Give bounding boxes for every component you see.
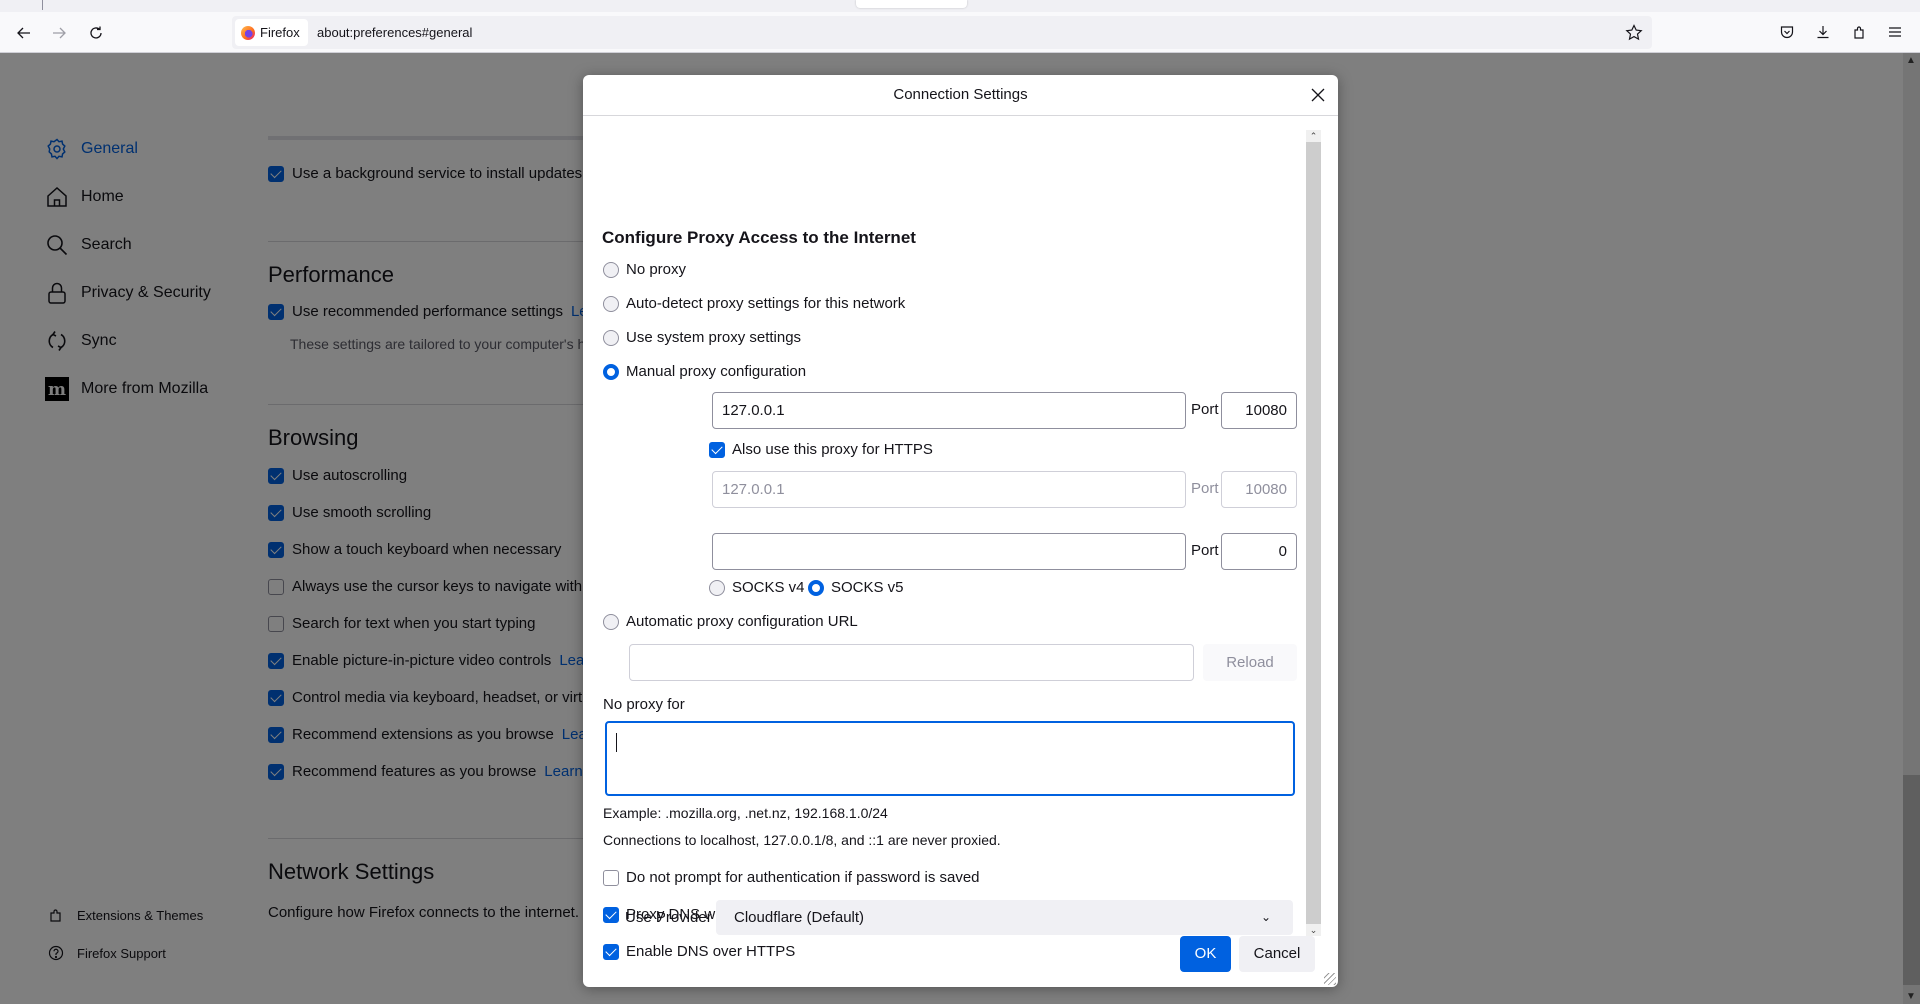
bookmark-star-icon[interactable] — [1624, 23, 1644, 43]
https-proxy-input[interactable]: 127.0.0.1 — [712, 471, 1186, 508]
radio-label: Use system proxy settings — [626, 329, 802, 346]
arrow-right-icon — [53, 27, 66, 39]
no-proxy-example: Example: .mozilla.org, .net.nz, 192.168.… — [603, 805, 888, 821]
scroll-up-icon[interactable]: ▲ — [1906, 55, 1916, 66]
http-port-input[interactable]: 10080 — [1221, 392, 1297, 429]
checkbox[interactable] — [603, 869, 619, 886]
radio-socks-v4[interactable]: SOCKS v4 — [709, 579, 805, 596]
http-port-label: Port — [1191, 401, 1219, 418]
socks-port-input[interactable]: 0 — [1221, 533, 1297, 570]
app-menu-button[interactable] — [1884, 21, 1906, 43]
socks-host-input[interactable] — [712, 533, 1186, 570]
radio[interactable] — [603, 613, 619, 630]
provider-label: Use Provider — [625, 909, 712, 926]
https-port-input[interactable]: 10080 — [1221, 471, 1297, 508]
tab-strip — [0, 0, 1920, 12]
radio[interactable] — [603, 329, 619, 346]
text-caret — [616, 733, 617, 752]
radio-auto-detect[interactable]: Auto-detect proxy settings for this netw… — [603, 295, 905, 312]
https-port-label: Port — [1191, 480, 1219, 497]
connection-settings-dialog: Connection Settings Configure Proxy Acce… — [583, 75, 1338, 987]
provider-select[interactable]: Cloudflare (Default) ⌄ — [716, 900, 1293, 935]
also-https-checkbox-row[interactable]: Also use this proxy for HTTPS — [709, 441, 933, 458]
checkbox[interactable] — [603, 906, 619, 923]
checkbox-label: Do not prompt for authentication if pass… — [626, 869, 980, 886]
auto-proxy-url-input[interactable] — [629, 644, 1194, 681]
page-scroll-thumb[interactable] — [1903, 775, 1920, 985]
dialog-body: Configure Proxy Access to the Internet N… — [583, 116, 1338, 987]
extensions-button[interactable] — [1848, 21, 1870, 43]
radio-manual-proxy[interactable]: Manual proxy configuration — [603, 363, 806, 380]
checkbox[interactable] — [603, 943, 619, 960]
no-auth-prompt-checkbox-row[interactable]: Do not prompt for authentication if pass… — [603, 869, 980, 886]
no-proxy-textarea[interactable] — [605, 721, 1295, 796]
page-scrollbar[interactable]: ▲ ▼ — [1903, 53, 1920, 1004]
puzzle-icon — [1854, 26, 1864, 39]
pocket-button[interactable] — [1776, 21, 1798, 43]
radio-no-proxy[interactable]: No proxy — [603, 261, 686, 278]
identity-box[interactable]: Firefox — [235, 19, 308, 46]
dialog-close-button[interactable] — [1307, 84, 1329, 106]
ok-button[interactable]: OK — [1180, 936, 1231, 972]
tab-separator — [42, 0, 43, 10]
scroll-up-icon[interactable]: ⌃ — [1306, 130, 1321, 142]
radio-label: No proxy — [626, 261, 687, 278]
scroll-down-icon[interactable]: ⌄ — [1306, 924, 1321, 936]
active-tab[interactable] — [856, 0, 967, 8]
firefox-logo-icon — [241, 25, 255, 40]
navigation-toolbar: Firefox about:preferences#general — [0, 12, 1920, 53]
download-icon — [1817, 26, 1829, 39]
localhost-note: Connections to localhost, 127.0.0.1/8, a… — [603, 832, 1001, 848]
forward-button[interactable] — [47, 21, 71, 45]
checkbox-label: Also use this proxy for HTTPS — [732, 441, 933, 458]
radio-selected[interactable] — [603, 363, 619, 380]
dialog-title: Connection Settings — [583, 75, 1338, 116]
radio-selected[interactable] — [808, 579, 824, 596]
downloads-button[interactable] — [1812, 21, 1834, 43]
hamburger-menu-icon — [1889, 27, 1901, 37]
radio-label: Automatic proxy configuration URL — [626, 613, 858, 630]
radio-label: Auto-detect proxy settings for this netw… — [626, 295, 906, 312]
radio[interactable] — [603, 261, 619, 278]
url-bar[interactable]: Firefox about:preferences#general — [232, 16, 1652, 49]
reload-button[interactable]: Reload — [1203, 644, 1297, 681]
reload-icon — [90, 26, 102, 39]
radio[interactable] — [603, 295, 619, 312]
no-proxy-label: No proxy for — [603, 696, 685, 713]
radio-system-proxy[interactable]: Use system proxy settings — [603, 329, 801, 346]
radio[interactable] — [709, 579, 725, 596]
url-text[interactable]: about:preferences#general — [317, 16, 472, 49]
reload-button[interactable] — [84, 21, 108, 45]
scroll-down-icon[interactable]: ▼ — [1906, 991, 1916, 1002]
close-icon — [1311, 88, 1325, 102]
radio-label: Manual proxy configuration — [626, 363, 807, 380]
radio-auto-proxy-url[interactable]: Automatic proxy configuration URL — [603, 613, 858, 630]
http-proxy-input[interactable]: 127.0.0.1 — [712, 392, 1186, 429]
cancel-button[interactable]: Cancel — [1239, 936, 1315, 972]
resize-grip-icon[interactable] — [1324, 973, 1336, 985]
proxy-heading: Configure Proxy Access to the Internet — [602, 228, 916, 247]
provider-selected: Cloudflare (Default) — [734, 909, 865, 926]
radio-socks-v5[interactable]: SOCKS v5 — [808, 579, 904, 596]
checkbox[interactable] — [709, 441, 725, 458]
radio-label: SOCKS v4 — [732, 579, 805, 596]
checkbox-label: Enable DNS over HTTPS — [626, 943, 796, 960]
socks-port-label: Port — [1191, 542, 1219, 559]
radio-label: SOCKS v5 — [831, 579, 904, 596]
pocket-icon — [1780, 26, 1794, 39]
arrow-left-icon — [17, 27, 30, 39]
identity-label: Firefox — [260, 25, 300, 40]
chevron-down-icon: ⌄ — [1260, 910, 1271, 924]
dialog-scrollbar[interactable]: ⌃ ⌄ — [1306, 130, 1321, 936]
back-button[interactable] — [12, 21, 36, 45]
doh-checkbox-row[interactable]: Enable DNS over HTTPS — [603, 943, 795, 960]
